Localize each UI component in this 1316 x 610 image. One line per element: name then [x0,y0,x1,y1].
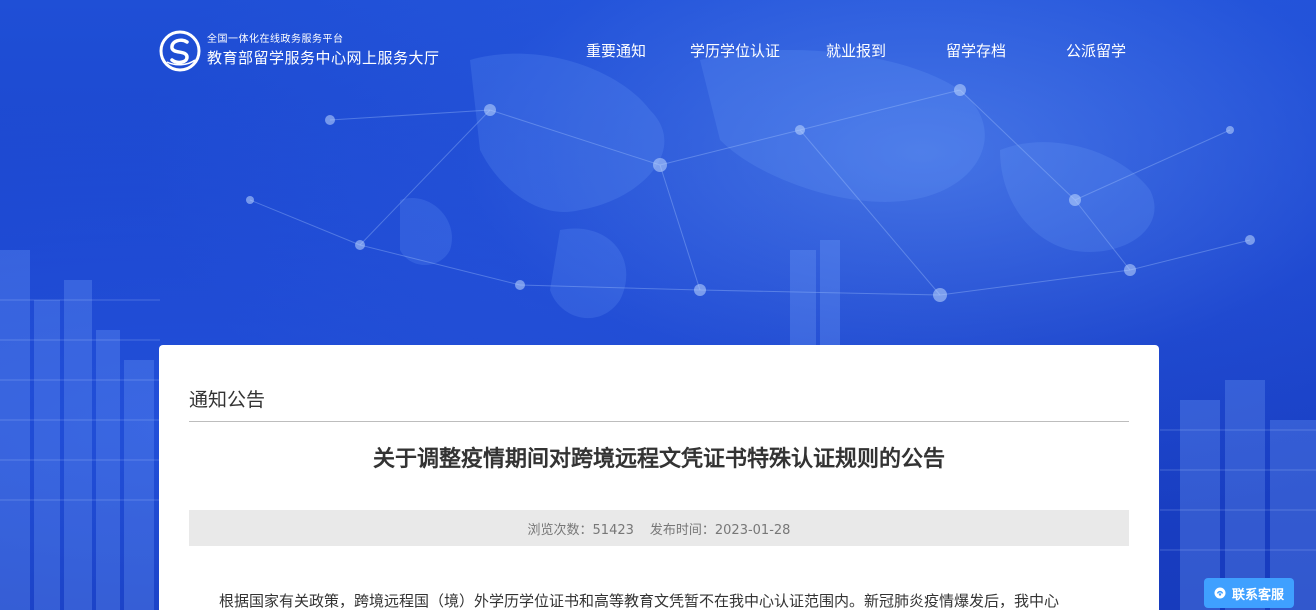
nav-study-abroad-archive[interactable]: 留学存档 [946,40,1006,62]
contact-service-button[interactable]: 联系客服 [1204,578,1294,608]
main-nav: 重要通知 学历学位认证 就业报到 留学存档 公派留学 [0,40,1316,62]
section-title: 通知公告 [189,389,266,411]
publish-time: 发布时间：2023-01-28 [649,522,791,538]
site-header: 全国一体化在线政务服务平台 教育部留学服务中心网上服务大厅 重要通知 学历学位认… [0,0,1316,100]
nav-employment-registration[interactable]: 就业报到 [826,40,886,62]
nav-degree-certification[interactable]: 学历学位认证 [690,40,780,62]
service-icon [1214,587,1226,599]
article-body: 根据国家有关政策，跨境远程国（境）外学历学位证书和高等教育文凭暂不在我中心认证范… [219,592,1060,610]
nav-important-notice[interactable]: 重要通知 [586,40,646,62]
section-divider [189,421,1129,422]
nav-government-sponsored[interactable]: 公派留学 [1066,40,1126,62]
view-count: 浏览次数：51423 [527,522,634,538]
contact-service-label: 联系客服 [1231,587,1284,603]
article-meta-bar: 浏览次数：51423 发布时间：2023-01-28 [189,510,1129,546]
article-title: 关于调整疫情期间对跨境远程文凭证书特殊认证规则的公告 [372,447,945,472]
notice-card: 通知公告 关于调整疫情期间对跨境远程文凭证书特殊认证规则的公告 浏览次数：514… [159,345,1159,610]
